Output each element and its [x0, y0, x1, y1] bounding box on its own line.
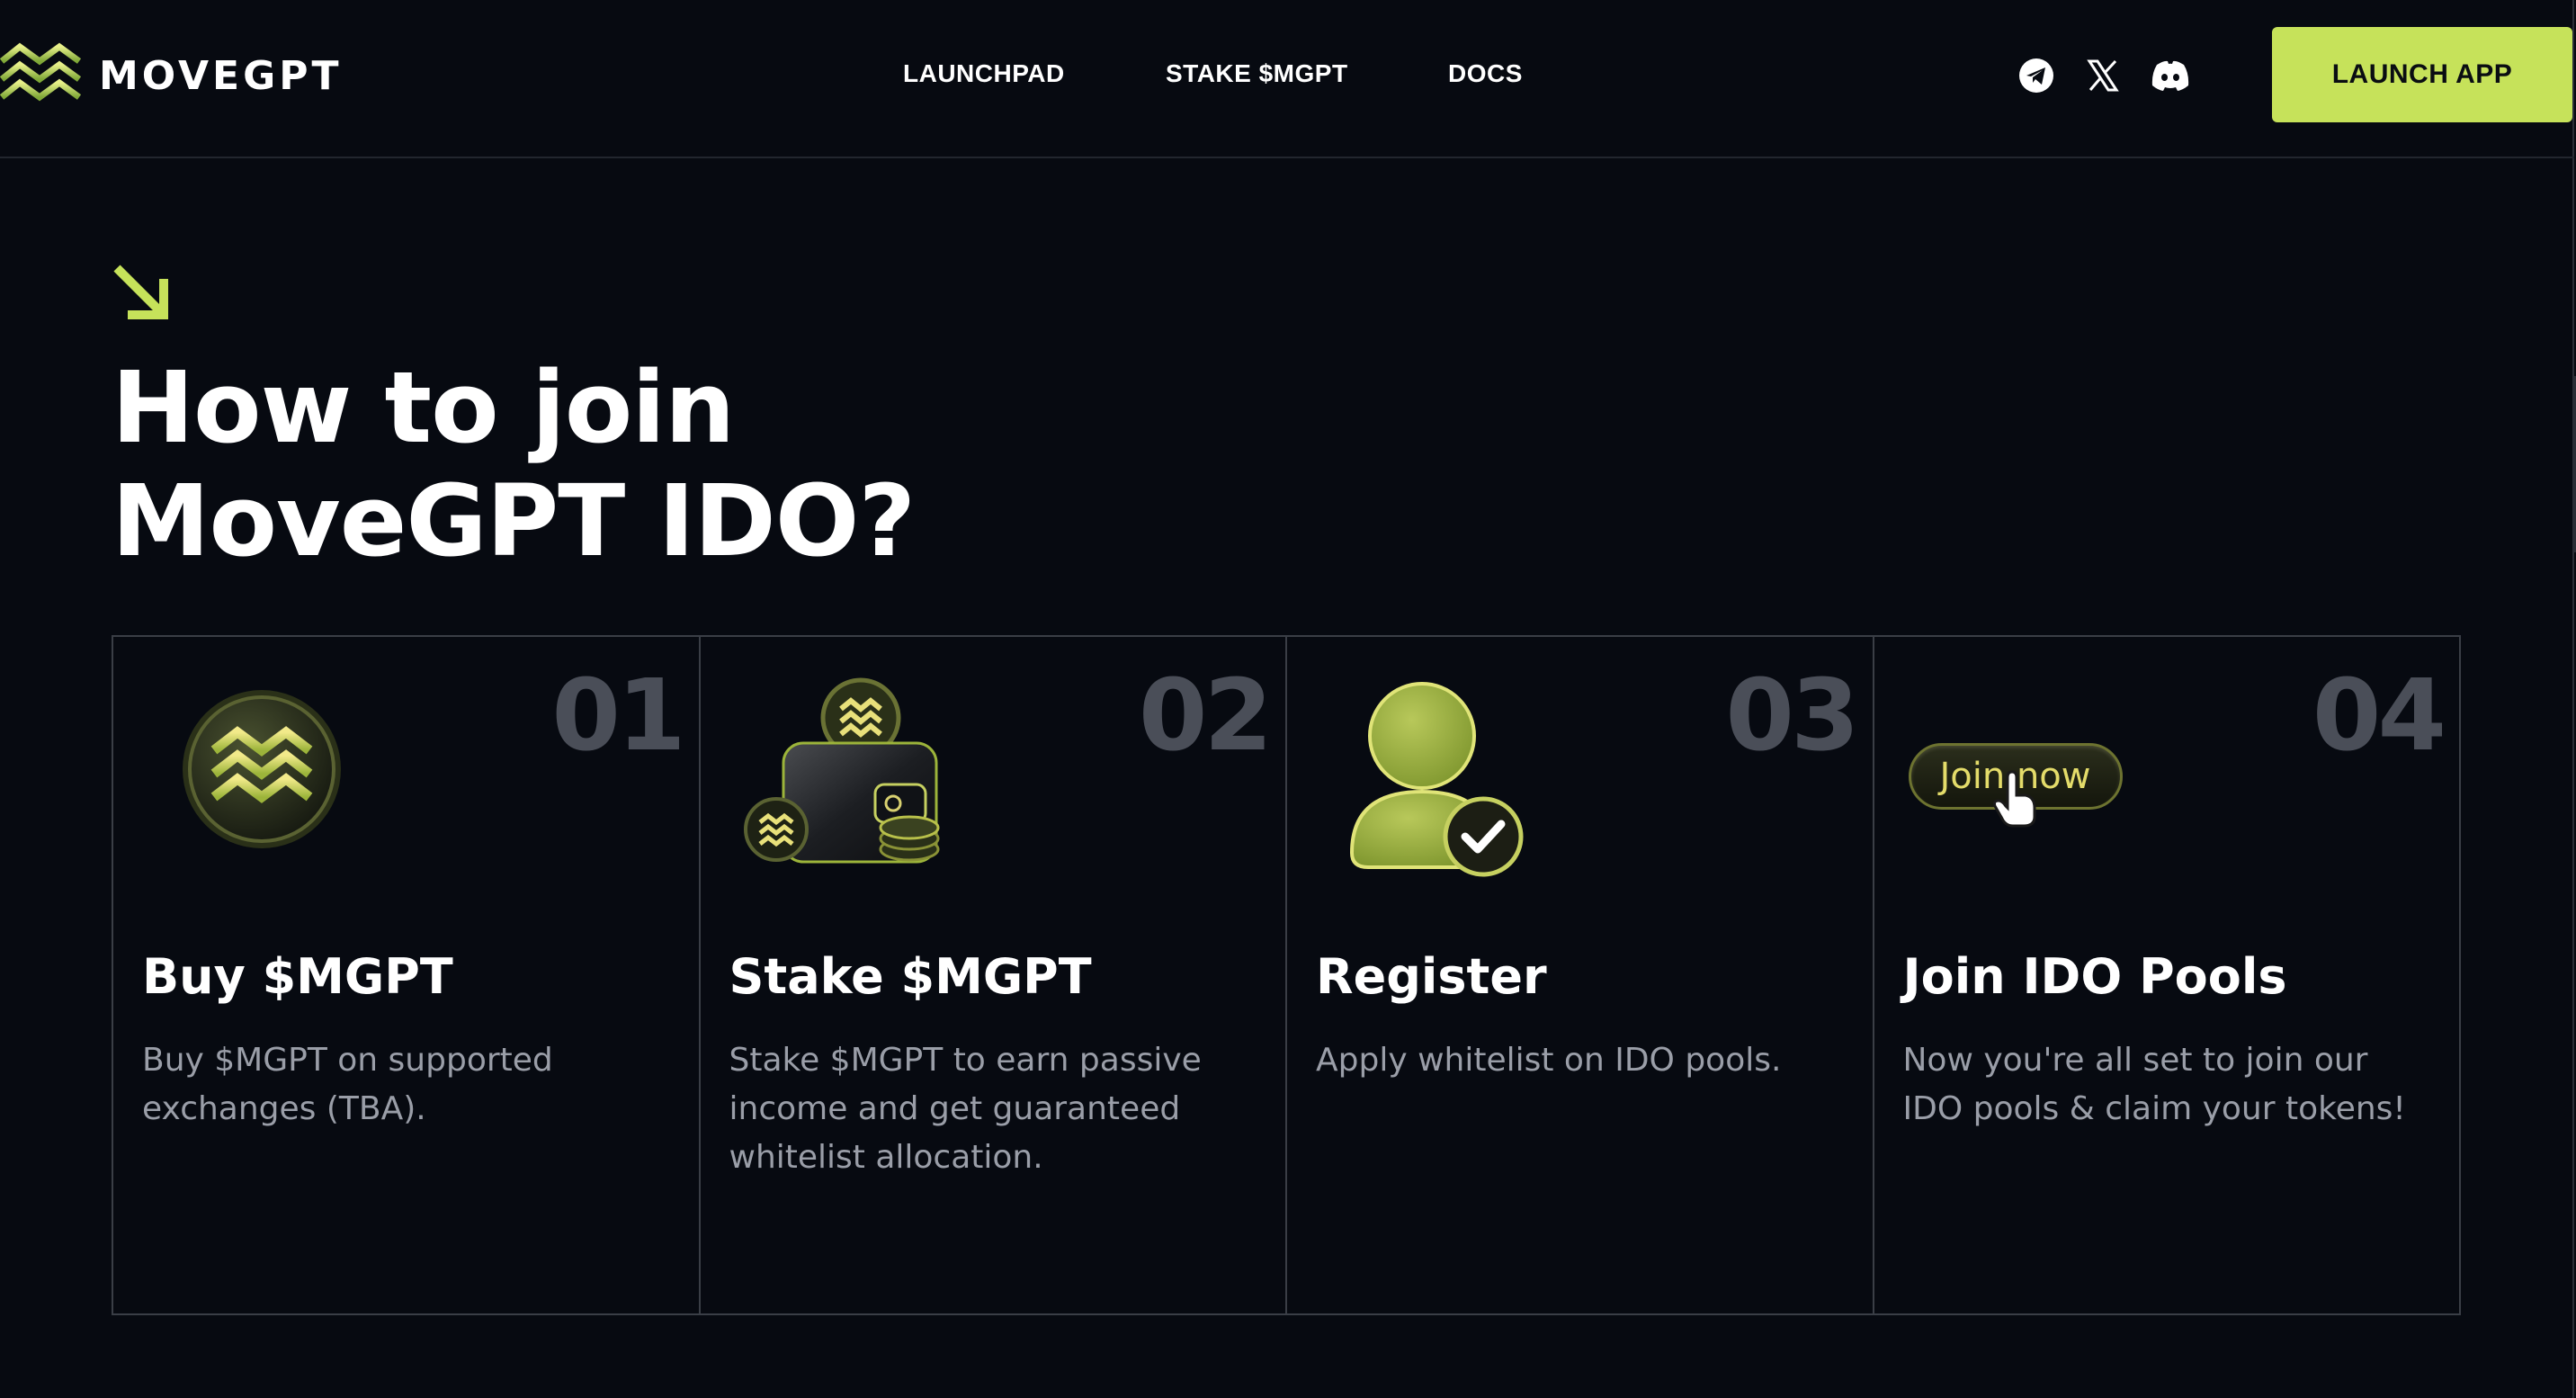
wave-logo-icon: [0, 42, 81, 102]
nav-stake[interactable]: STAKE $MGPT: [1166, 59, 1348, 88]
step-title: Join IDO Pools: [1902, 948, 2287, 1005]
brand-logo[interactable]: MOVEGPT: [0, 41, 343, 110]
nav-launchpad[interactable]: LAUNCHPAD: [903, 59, 1065, 88]
telegram-link[interactable]: [2018, 58, 2054, 94]
brand-name: MOVEGPT: [99, 52, 343, 99]
step-description: Now you're all set to join our IDO pools…: [1902, 1042, 2406, 1127]
step-title: Buy $MGPT: [142, 948, 453, 1005]
header: MOVEGPT LAUNCHPAD STAKE $MGPT DOCS LAUNC…: [0, 0, 2574, 158]
step-title: Stake $MGPT: [729, 948, 1092, 1005]
scrollbar[interactable]: [2572, 376, 2576, 552]
discord-icon: [2151, 60, 2189, 91]
step-number: 01: [551, 658, 685, 773]
step-description: Stake $MGPT to earn passive income and g…: [729, 1042, 1202, 1176]
wallet-coins-icon: [743, 677, 939, 864]
step-number: 02: [1138, 658, 1273, 773]
x-icon: [2087, 59, 2119, 92]
step-number: 03: [1725, 658, 1859, 773]
step-description: Apply whitelist on IDO pools.: [1316, 1042, 1782, 1079]
step-description: Buy $MGPT on supported exchanges (TBA).: [142, 1042, 553, 1127]
section-title: How to join MoveGPT IDO?: [112, 351, 1191, 578]
mgpt-coin-icon: [183, 690, 341, 848]
step-title: Register: [1316, 948, 1547, 1005]
steps-grid: 01 Buy $MGPT Buy $MGPT on supported exch…: [112, 635, 2461, 1315]
x-link[interactable]: [2087, 58, 2119, 94]
step-card-2: 02 Stake $MGPT Stake $MGPT to earn passi…: [701, 637, 1287, 1313]
telegram-icon: [2019, 58, 2053, 93]
section-title-line-2: MoveGPT IDO?: [112, 463, 916, 578]
nav-docs[interactable]: DOCS: [1448, 59, 1523, 88]
user-check-icon: [1349, 682, 1524, 877]
step-card-4: Join now 04 Join IDO Pools Now you're al…: [1874, 637, 2460, 1313]
step-card-1: 01 Buy $MGPT Buy $MGPT on supported exch…: [113, 637, 701, 1313]
hand-cursor-icon: [1992, 770, 2035, 828]
section-title-line-1: How to join: [112, 350, 735, 465]
launch-app-button[interactable]: LAUNCH APP: [2272, 27, 2572, 122]
discord-link[interactable]: [2150, 58, 2191, 94]
arrow-down-right-icon: [113, 264, 168, 319]
step-number: 04: [2312, 658, 2446, 773]
step-card-3: 03 Register Apply whitelist on IDO pools…: [1287, 637, 1874, 1313]
